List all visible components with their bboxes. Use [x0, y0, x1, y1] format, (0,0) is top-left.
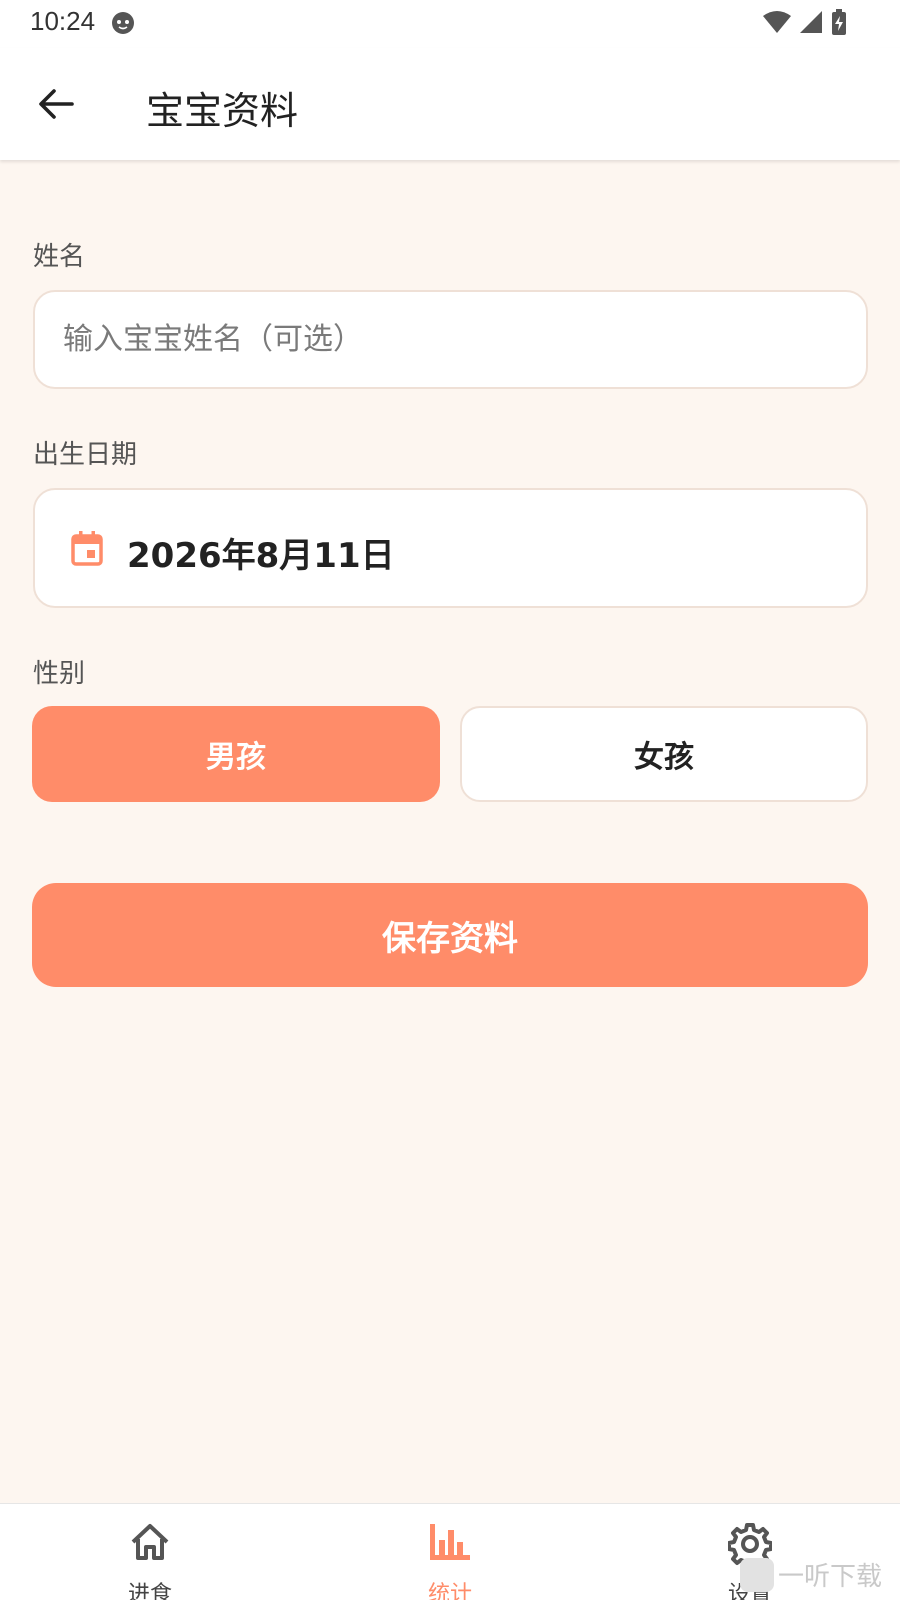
nav-label-feeding: 进食	[127, 1582, 172, 1600]
watermark-logo-icon	[740, 1557, 774, 1592]
gender-girl-button[interactable]: 女孩	[460, 706, 868, 802]
nav-label-stats: 统计	[427, 1582, 472, 1600]
name-input[interactable]	[35, 292, 866, 387]
arrow-left-icon	[39, 89, 74, 119]
gender-boy-label: 男孩	[206, 740, 266, 775]
gender-label: 性别	[33, 659, 86, 689]
battery-charging-icon	[830, 8, 848, 40]
page-title: 宝宝资料	[146, 89, 299, 133]
calendar-icon	[71, 530, 103, 570]
birth-date-label: 出生日期	[33, 440, 138, 470]
home-icon	[129, 1522, 171, 1566]
birth-date-value: 2026年8月11日	[127, 536, 395, 576]
save-profile-label: 保存资料	[382, 918, 518, 959]
nav-item-feeding[interactable]: 进食	[60, 1504, 240, 1600]
status-bar: 10:24	[0, 0, 900, 48]
nav-item-stats[interactable]: 统计	[360, 1504, 540, 1600]
app-bar: 宝宝资料	[0, 48, 900, 160]
gender-boy-button[interactable]: 男孩	[32, 706, 440, 802]
bar-chart-icon	[428, 1522, 472, 1566]
save-profile-button[interactable]: 保存资料	[32, 883, 868, 987]
name-label: 姓名	[33, 242, 86, 272]
back-button[interactable]	[30, 78, 82, 130]
gender-girl-label: 女孩	[634, 740, 694, 775]
status-time: 10:24	[30, 6, 96, 36]
cellular-signal-icon	[798, 9, 824, 39]
name-field	[33, 290, 868, 389]
birth-date-picker[interactable]: 2026年8月11日	[33, 488, 868, 608]
status-icons	[762, 8, 848, 40]
watermark: 一听下载	[740, 1556, 882, 1593]
notification-cat-icon	[110, 10, 136, 40]
watermark-text: 一听下载	[778, 1562, 883, 1592]
wifi-icon	[762, 9, 792, 39]
